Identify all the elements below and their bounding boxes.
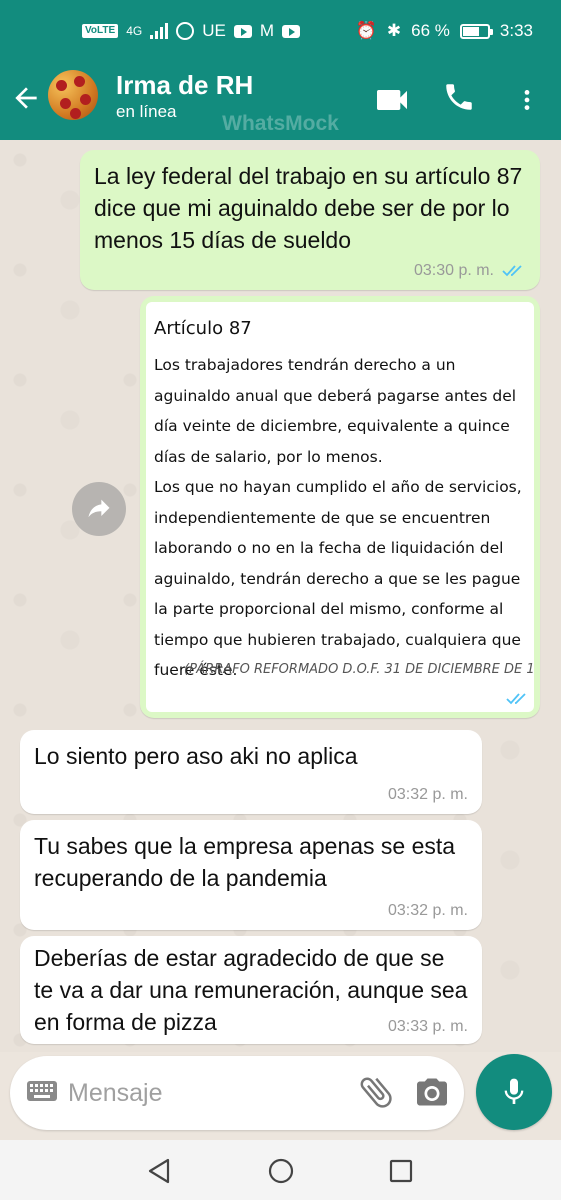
clock: 3:33: [499, 21, 533, 40]
message-time: 03:33 p. m.: [387, 1018, 468, 1035]
camera-icon[interactable]: [414, 1074, 450, 1110]
message-text: Tu sabes que la empresa apenas se esta r…: [34, 833, 456, 891]
message-time: 03:32 p. m.: [387, 902, 468, 919]
volte-badge: VoLTE: [82, 24, 119, 38]
network-type: 4G: [126, 24, 143, 38]
article-reference: (PÁRRAFO REFORMADO D.O.F. 31 DE DICIEMBR…: [184, 662, 534, 677]
article-image[interactable]: Artículo 87 Los trabajadores tendrán der…: [146, 302, 534, 712]
nav-back-icon[interactable]: [144, 1156, 174, 1186]
battery-icon: [459, 23, 493, 39]
status-bar-left: VoLTE 4G UE M: [82, 21, 300, 41]
avatar[interactable]: [48, 70, 98, 120]
battery-percent: 66 %: [411, 21, 450, 40]
message-bubble-incoming[interactable]: Lo siento pero aso aki no aplica 03:32 p…: [20, 730, 482, 814]
message-meta: 03:30 p. m.: [414, 262, 526, 280]
youtube-icon-2: [282, 24, 300, 38]
message-bubble-outgoing[interactable]: La ley federal del trabajo en su artícul…: [80, 150, 540, 290]
phone-icon[interactable]: [442, 80, 476, 114]
message-input[interactable]: [68, 1074, 348, 1112]
forward-button[interactable]: [72, 482, 126, 536]
double-check-icon: [506, 693, 526, 705]
message-meta: 03:32 p. m.: [388, 786, 468, 804]
alarm-icon: ⏰: [355, 21, 377, 40]
mic-button[interactable]: [476, 1054, 552, 1130]
carrier-text: UE: [202, 21, 226, 40]
message-text: La ley federal del trabajo en su artícul…: [94, 163, 523, 253]
message-time: 03:30 p. m.: [413, 262, 494, 279]
spotify-icon: [176, 22, 195, 40]
gmail-icon: M: [259, 21, 274, 40]
more-vert-icon[interactable]: [514, 80, 540, 120]
message-bubble-incoming[interactable]: Tu sabes que la empresa apenas se esta r…: [20, 820, 482, 930]
nav-home-icon[interactable]: [266, 1156, 296, 1186]
microphone-icon: [504, 1078, 524, 1104]
status-bar-right: ⏰ ✱ 66 % 3:33: [356, 21, 533, 41]
status-bar: VoLTE 4G UE M ⏰ ✱ 66 % 3:33: [0, 0, 561, 62]
double-check-icon: [502, 265, 522, 277]
article-title: Artículo 87: [154, 318, 252, 339]
message-text: Lo siento pero aso aki no aplica: [34, 743, 358, 769]
video-camera-icon[interactable]: [372, 80, 412, 120]
forward-icon: [88, 499, 110, 518]
contact-name[interactable]: Irma de RH: [116, 70, 253, 101]
message-meta: [506, 692, 530, 706]
chat-area[interactable]: La ley federal del trabajo en su artícul…: [0, 140, 561, 1052]
message-time: 03:32 p. m.: [387, 786, 468, 803]
message-bubble-incoming[interactable]: Deberías de estar agradecido de que se t…: [20, 936, 482, 1044]
compose-bar: [10, 1056, 464, 1130]
app-bar: Irma de RH en línea WhatsMock: [0, 62, 561, 140]
signal-icon: [150, 23, 169, 39]
nav-recents-icon[interactable]: [386, 1156, 416, 1186]
top-bar: VoLTE 4G UE M ⏰ ✱ 66 % 3:33 Irma de RH e…: [0, 0, 561, 140]
message-meta: 03:32 p. m.: [388, 902, 468, 920]
keyboard-icon[interactable]: [26, 1080, 58, 1102]
article-paragraph-2: Los que no hayan cumplido el año de serv…: [154, 478, 522, 679]
article-paragraph-1: Los trabajadores tendrán derecho a un ag…: [154, 356, 517, 466]
youtube-icon: [233, 24, 252, 38]
arrow-left-icon[interactable]: [10, 82, 42, 114]
bluetooth-icon: ✱: [386, 21, 402, 40]
contact-status: en línea: [116, 102, 177, 121]
message-meta: 03:33 p. m.: [388, 1018, 468, 1036]
system-nav-bar: [0, 1140, 561, 1200]
paperclip-icon[interactable]: [356, 1072, 396, 1112]
message-bubble-image[interactable]: Artículo 87 Los trabajadores tendrán der…: [140, 296, 540, 718]
